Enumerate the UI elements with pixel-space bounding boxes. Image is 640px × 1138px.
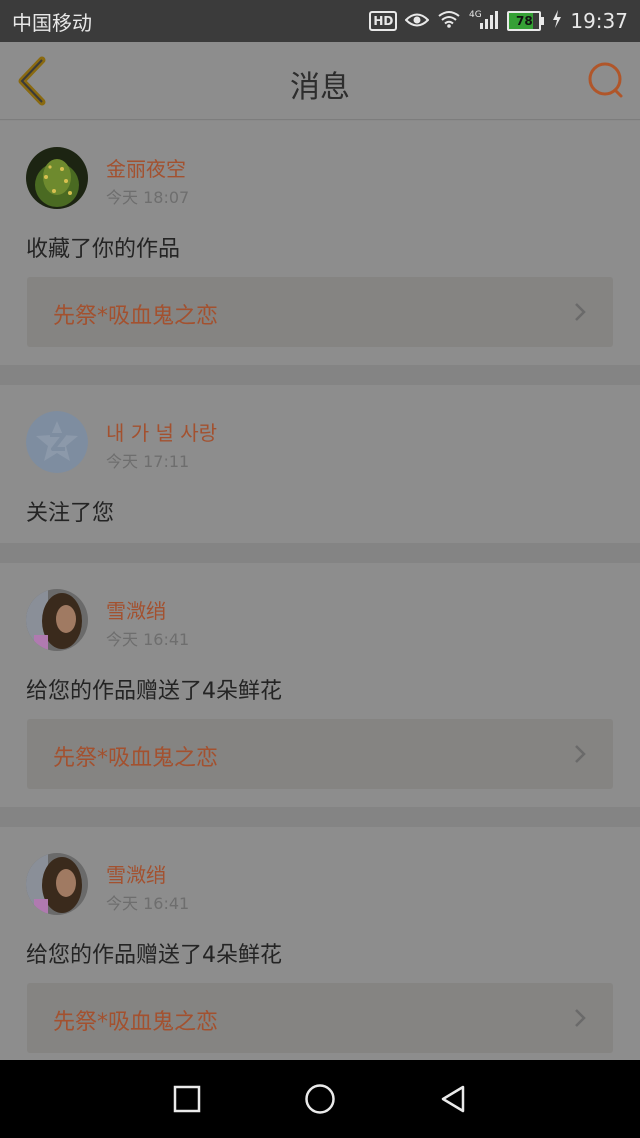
message-card: 金丽夜空 今天 18:07 收藏了你的作品 先祭*吸血鬼之恋 [0,121,640,365]
work-link[interactable]: 先祭*吸血鬼之恋 [27,719,613,789]
message-time: 今天 18:07 [106,188,190,207]
charging-icon [552,9,562,33]
eye-icon [404,9,430,33]
default-avatar-icon [26,411,88,473]
chevron-right-icon [575,303,586,321]
network-type-label: 4G [469,10,482,20]
work-link[interactable]: 先祭*吸血鬼之恋 [27,983,613,1053]
carrier-label: 中国移动 [12,10,92,35]
message-time: 今天 16:41 [106,894,190,913]
user-avatar[interactable] [26,853,88,915]
work-title: 先祭*吸血鬼之恋 [53,1010,219,1035]
status-bar: 中国移动 HD 4G 78 19:37 [0,0,640,42]
search-button[interactable] [586,60,626,100]
divider [0,543,640,563]
hd-icon: HD [369,11,398,31]
back-nav-button[interactable] [433,1079,473,1119]
user-avatar[interactable] [26,411,88,473]
message-list: 金丽夜空 今天 18:07 收藏了你的作品 先祭*吸血鬼之恋 내 가 널 사랑 … [0,121,640,1077]
user-avatar[interactable] [26,589,88,651]
work-link[interactable]: 先祭*吸血鬼之恋 [27,277,613,347]
message-time: 今天 16:41 [106,630,190,649]
photo-avatar-icon [26,589,88,651]
message-card: 내 가 널 사랑 今天 17:11 关注了您 [0,385,640,543]
back-triangle-icon [442,1085,465,1113]
recent-apps-button[interactable] [167,1079,207,1119]
message-text: 关注了您 [26,501,115,526]
divider [0,807,640,827]
wifi-icon [437,9,461,33]
header: 消息 [0,42,640,120]
username[interactable]: 내 가 널 사랑 [106,417,217,446]
divider [0,365,640,385]
message-text: 给您的作品赠送了4朵鲜花 [26,679,282,704]
photo-avatar-icon [26,853,88,915]
signal-icon: 4G [469,9,499,34]
battery-icon: 78 [507,11,545,31]
username[interactable]: 金丽夜空 [106,153,186,182]
username[interactable]: 雪溦绡 [106,595,166,624]
search-icon [588,62,623,98]
cactus-avatar-icon [26,147,88,209]
status-icons: HD 4G 78 19:37 [369,9,628,34]
page-title: 消息 [290,70,350,105]
chevron-right-icon [575,1009,586,1027]
message-card: 雪溦绡 今天 16:41 给您的作品赠送了4朵鲜花 先祭*吸血鬼之恋 [0,563,640,807]
message-card: 雪溦绡 今天 16:41 给您的作品赠送了4朵鲜花 先祭*吸血鬼之恋 [0,827,640,1077]
home-button[interactable] [300,1079,340,1119]
home-icon [305,1084,335,1114]
work-title: 先祭*吸血鬼之恋 [53,304,219,329]
username[interactable]: 雪溦绡 [106,859,166,888]
clock: 19:37 [570,9,628,33]
message-time: 今天 17:11 [106,452,190,471]
message-text: 收藏了你的作品 [26,237,181,262]
chevron-right-icon [575,745,586,763]
battery-level: 78 [516,14,533,28]
system-nav-bar [0,1060,640,1138]
recent-apps-icon [173,1085,200,1113]
message-text: 给您的作品赠送了4朵鲜花 [26,943,282,968]
work-title: 先祭*吸血鬼之恋 [53,746,219,771]
user-avatar[interactable] [26,147,88,209]
